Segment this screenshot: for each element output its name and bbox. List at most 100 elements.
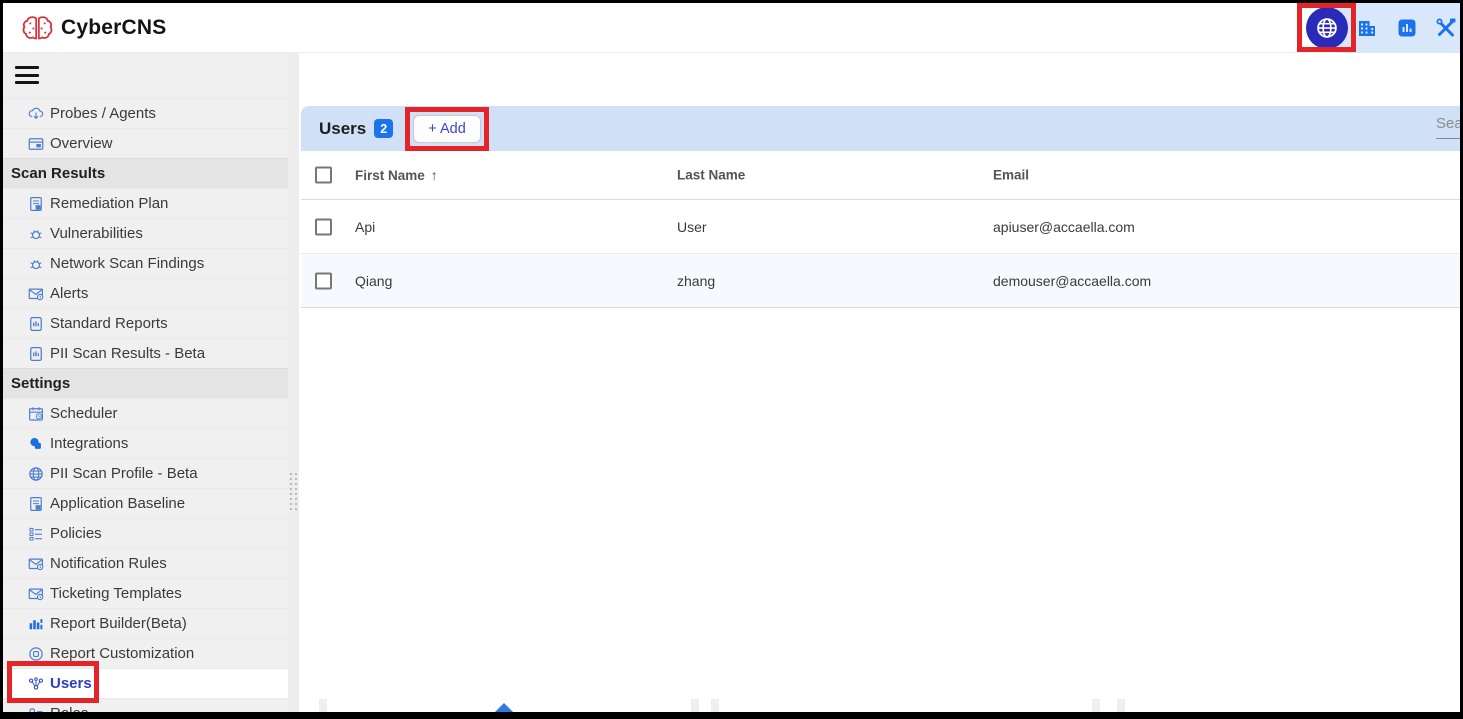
column-header-email[interactable]: Email: [993, 168, 1029, 183]
report-icon: [27, 345, 45, 363]
card-gap-divider: [1117, 699, 1125, 712]
hamburger-menu-button[interactable]: [15, 66, 39, 85]
cell-first-name: Qiang: [355, 273, 392, 289]
sidebar-item-report-builder[interactable]: Report Builder(Beta): [3, 608, 288, 638]
sidebar-item-label: Policies: [50, 525, 102, 542]
row-checkbox[interactable]: [315, 218, 332, 235]
bug-icon: [27, 225, 45, 243]
sidebar-resize-handle[interactable]: [288, 53, 299, 712]
cloud-download-icon: [27, 105, 45, 123]
page-title: Users: [319, 119, 366, 139]
sidebar-item-label: Notification Rules: [50, 555, 167, 572]
sidebar-item-pii-scan-results[interactable]: PII Scan Results - Beta: [3, 338, 288, 368]
sidebar-item-integrations[interactable]: Integrations: [3, 428, 288, 458]
sort-ascending-icon: ↑: [431, 167, 438, 183]
document-check-icon: [27, 195, 45, 213]
sidebar-section-label: Settings: [3, 375, 70, 392]
sidebar-item-label: PII Scan Profile - Beta: [50, 465, 198, 482]
search-label: Sea: [1436, 115, 1460, 139]
main-content: Users 2 + Add Sea First Name ↑ Last Name …: [299, 53, 1460, 712]
table-header-row: First Name ↑ Last Name Email: [301, 151, 1460, 200]
column-header-first-name[interactable]: First Name ↑: [355, 167, 438, 183]
table-row[interactable]: Api User apiuser@accaella.com: [301, 200, 1460, 254]
sidebar-item-label: Standard Reports: [50, 315, 168, 332]
add-user-button[interactable]: + Add: [413, 115, 481, 143]
tools-icon: [1433, 16, 1459, 40]
company-assets-button[interactable]: [1355, 16, 1379, 40]
sidebar-item-label: PII Scan Results - Beta: [50, 345, 205, 362]
cell-email: demouser@accaella.com: [993, 273, 1151, 289]
sidebar-item-label: Overview: [50, 135, 113, 152]
cell-last-name: zhang: [677, 273, 715, 289]
building-icon: [1355, 16, 1379, 40]
sidebar-item-roles[interactable]: Roles: [3, 698, 288, 712]
card-gap-divider: [1092, 699, 1100, 712]
sidebar-section-scan-results: Scan Results: [3, 158, 288, 188]
cell-email: apiuser@accaella.com: [993, 219, 1135, 235]
sidebar-item-label: Roles: [50, 705, 88, 712]
sidebar-item-policies[interactable]: Policies: [3, 518, 288, 548]
company-globe-button[interactable]: [1306, 7, 1348, 49]
sidebar-item-label: Users: [50, 675, 92, 692]
sidebar-section-label: Scan Results: [3, 165, 105, 182]
sidebar-item-network-scan-findings[interactable]: Network Scan Findings: [3, 248, 288, 278]
column-label: First Name: [355, 168, 425, 183]
card-gap-divider: [691, 699, 699, 712]
tools-button[interactable]: [1433, 16, 1457, 40]
sidebar-item-report-customization[interactable]: Report Customization: [3, 638, 288, 668]
users-network-icon: [27, 675, 45, 693]
sidebar-item-standard-reports[interactable]: Standard Reports: [3, 308, 288, 338]
mail-alert-icon: [27, 555, 45, 573]
sidebar-section-settings: Settings: [3, 368, 288, 398]
users-toolbar: Users 2 + Add Sea: [301, 106, 1460, 151]
sidebar-item-users[interactable]: Users: [3, 668, 288, 698]
select-all-checkbox[interactable]: [315, 167, 332, 184]
below-fold-artifacts: [299, 698, 1460, 712]
chart-badge-icon: [1395, 16, 1419, 40]
annotation-box-add: + Add: [405, 107, 489, 151]
sidebar-item-vulnerabilities[interactable]: Vulnerabilities: [3, 218, 288, 248]
roles-icon: [27, 705, 45, 713]
sidebar-item-remediation-plan[interactable]: Remediation Plan: [3, 188, 288, 218]
sidebar-item-ticketing-templates[interactable]: Ticketing Templates: [3, 578, 288, 608]
sidebar-item-overview[interactable]: Overview: [3, 128, 288, 158]
sidebar-item-label: Vulnerabilities: [50, 225, 143, 242]
sidebar-item-label: Application Baseline: [50, 495, 185, 512]
integrations-icon: [27, 435, 45, 453]
globe-icon: [27, 465, 45, 483]
sidebar-item-probes-agents[interactable]: Probes / Agents: [3, 98, 288, 128]
sidebar-item-label: Report Builder(Beta): [50, 615, 187, 632]
sidebar-item-label: Probes / Agents: [50, 105, 156, 122]
sidebar-item-notification-rules[interactable]: Notification Rules: [3, 548, 288, 578]
checklist-icon: [27, 525, 45, 543]
column-header-last-name[interactable]: Last Name: [677, 168, 745, 183]
sidebar-item-application-baseline[interactable]: Application Baseline: [3, 488, 288, 518]
card-gap-divider: [711, 699, 719, 712]
row-checkbox[interactable]: [315, 272, 332, 289]
brain-logo-icon: [21, 12, 54, 45]
reports-button[interactable]: [1395, 16, 1419, 40]
sidebar-item-label: Report Customization: [50, 645, 194, 662]
search-input[interactable]: Sea: [1436, 115, 1460, 143]
sidebar-menu: Probes / Agents Overview Scan Results Re…: [3, 98, 288, 712]
bar-chart-icon: [27, 615, 45, 633]
app-window: CyberCNS Probes / Agents O: [0, 0, 1463, 719]
globe-icon: [1314, 15, 1340, 41]
drag-dots-icon: [290, 473, 297, 511]
calendar-clock-icon: [27, 405, 45, 423]
sidebar-item-label: Integrations: [50, 435, 128, 452]
sidebar-item-alerts[interactable]: Alerts: [3, 278, 288, 308]
overview-icon: [27, 135, 45, 153]
cell-last-name: User: [677, 219, 707, 235]
sidebar: Probes / Agents Overview Scan Results Re…: [3, 53, 288, 712]
table-row[interactable]: Qiang zhang demouser@accaella.com: [301, 254, 1460, 308]
sidebar-item-label: Remediation Plan: [50, 195, 168, 212]
card-gap-divider: [319, 699, 327, 712]
sidebar-item-pii-scan-profile[interactable]: PII Scan Profile - Beta: [3, 458, 288, 488]
top-header: CyberCNS: [3, 3, 1460, 53]
bug-icon: [27, 255, 45, 273]
sidebar-item-label: Alerts: [50, 285, 88, 302]
sidebar-item-scheduler[interactable]: Scheduler: [3, 398, 288, 428]
report-icon: [27, 315, 45, 333]
sidebar-item-label: Scheduler: [50, 405, 118, 422]
